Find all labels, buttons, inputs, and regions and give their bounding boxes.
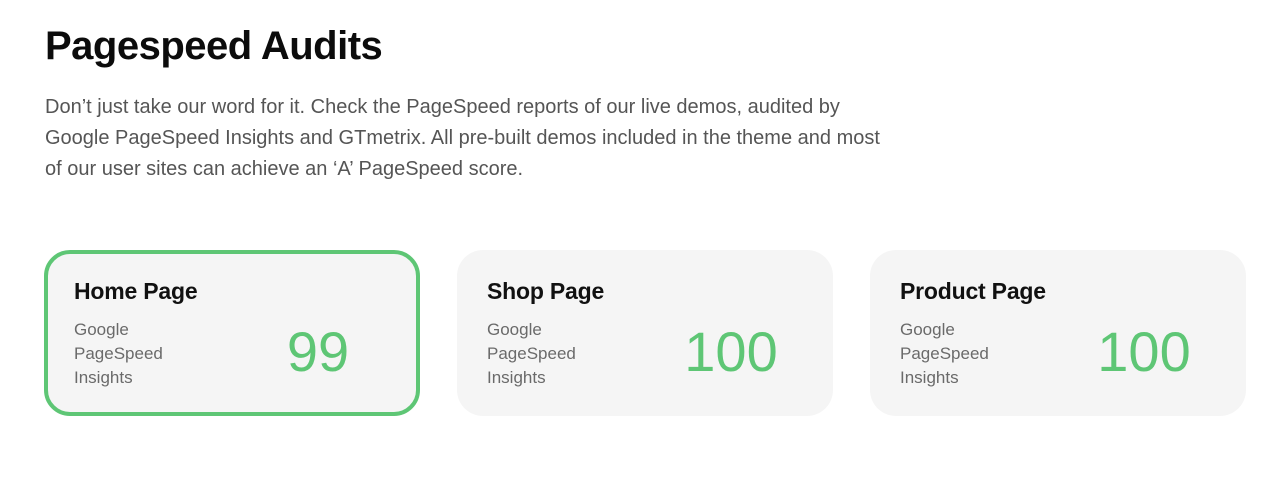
audit-card-home-page[interactable]: Home Page Google PageSpeed Insights 99: [44, 250, 420, 416]
card-score: 99: [286, 320, 350, 383]
audit-card-shop-page[interactable]: Shop Page Google PageSpeed Insights 100: [457, 250, 833, 416]
card-score: 100: [684, 320, 778, 383]
card-source: Google PageSpeed Insights: [900, 320, 989, 387]
intro-paragraph: Don’t just take our word for it. Check t…: [45, 96, 880, 180]
card-title: Shop Page: [487, 278, 605, 304]
page-title: Pagespeed Audits: [45, 24, 383, 68]
card-score: 100: [1097, 320, 1191, 383]
card-title: Home Page: [74, 278, 198, 304]
audit-cards: Home Page Google PageSpeed Insights 99 S…: [44, 250, 1246, 416]
card-title: Product Page: [900, 278, 1046, 304]
card-source: Google PageSpeed Insights: [74, 320, 163, 387]
audit-card-product-page[interactable]: Product Page Google PageSpeed Insights 1…: [870, 250, 1246, 416]
card-source: Google PageSpeed Insights: [487, 320, 576, 387]
